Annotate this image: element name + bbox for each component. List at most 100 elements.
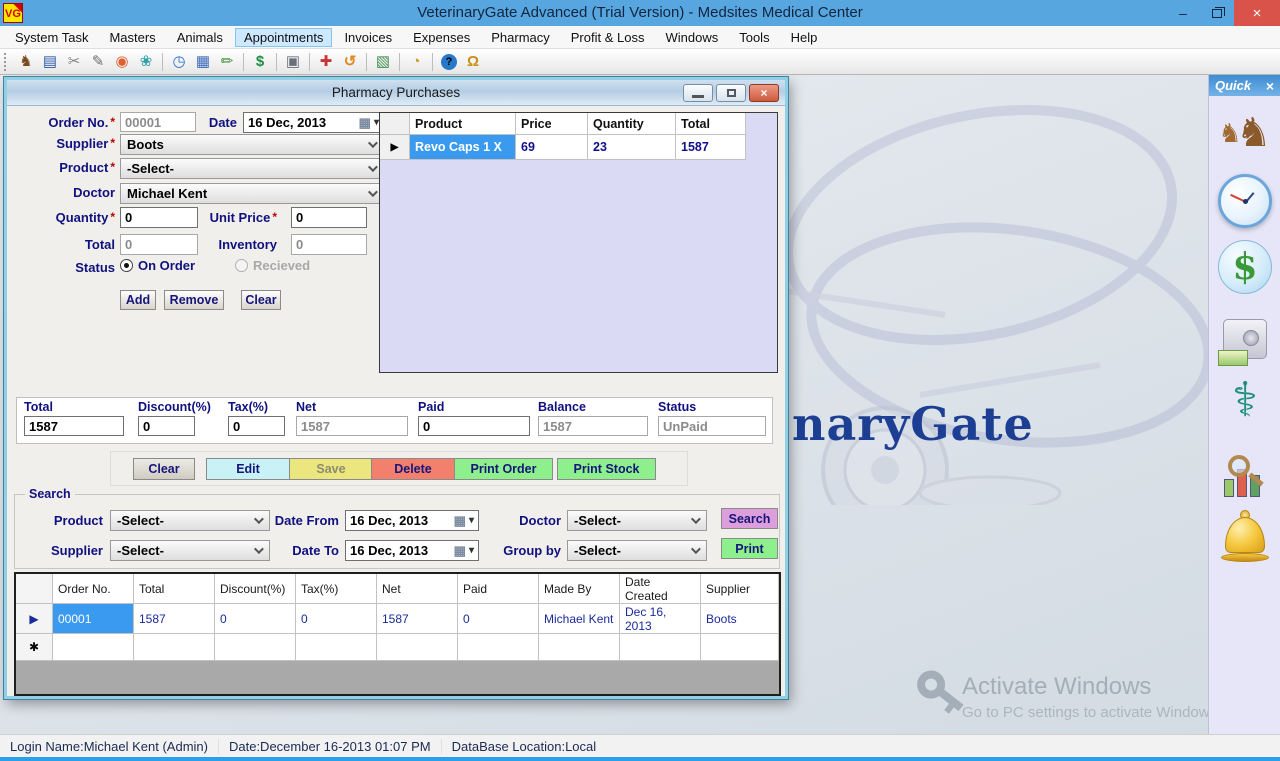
quick-reminder-bell-icon[interactable] <box>1217 507 1273 567</box>
dialog-titlebar[interactable]: Pharmacy Purchases × <box>7 80 785 106</box>
order-net-cell[interactable]: 1587 <box>377 604 458 634</box>
items-col-quantity[interactable]: Quantity <box>588 113 676 135</box>
item-quantity-cell[interactable]: 23 <box>588 135 676 160</box>
items-col-product[interactable]: Product <box>410 113 516 135</box>
summary-total-field[interactable] <box>24 416 124 436</box>
search-product-dropdown[interactable]: -Select- <box>110 510 270 531</box>
window-minimize-button[interactable]: – <box>1166 0 1200 26</box>
row-selector-icon[interactable]: ▶ <box>380 135 410 160</box>
menu-system-task[interactable]: System Task <box>6 28 97 47</box>
grooming-icon[interactable]: ❀ <box>135 52 157 72</box>
quick-payments-icon[interactable]: $ <box>1217 237 1273 297</box>
summary-status-field[interactable] <box>658 416 766 436</box>
item-price-cell[interactable]: 69 <box>516 135 588 160</box>
calendar-icon[interactable]: ▦ <box>192 52 214 72</box>
menu-masters[interactable]: Masters <box>100 28 164 47</box>
dollar-icon[interactable]: $ <box>249 52 271 72</box>
order-tax-cell[interactable]: 0 <box>296 604 377 634</box>
dialog-close-button[interactable]: × <box>749 84 779 102</box>
invoice-icon[interactable]: ✏ <box>216 52 238 72</box>
search-doctor-dropdown[interactable]: -Select- <box>567 510 707 531</box>
orders-col-paid[interactable]: Paid <box>458 574 539 604</box>
menu-windows[interactable]: Windows <box>656 28 727 47</box>
items-col-total[interactable]: Total <box>676 113 746 135</box>
total-field[interactable] <box>120 234 198 255</box>
order-supplier-cell[interactable]: Boots <box>701 604 779 634</box>
quick-pets-icon[interactable]: ♞♞ <box>1217 103 1273 163</box>
chart-icon[interactable]: ▧ <box>372 52 394 72</box>
window-restore-button[interactable] <box>1200 0 1234 26</box>
order-date-created-cell[interactable]: Dec 16, 2013 <box>620 604 701 634</box>
items-col-price[interactable]: Price <box>516 113 588 135</box>
dog-icon[interactable]: ♞ <box>15 52 37 72</box>
order-paid-cell[interactable]: 0 <box>458 604 539 634</box>
capsule-icon[interactable]: ◉ <box>111 52 133 72</box>
summary-tax-field[interactable] <box>228 416 285 436</box>
help-icon[interactable]: ? <box>441 54 457 70</box>
dialog-maximize-button[interactable] <box>716 84 746 102</box>
orders-col-supplier[interactable]: Supplier <box>701 574 779 604</box>
quick-panel-close-icon[interactable]: × <box>1266 78 1274 94</box>
menu-expenses[interactable]: Expenses <box>404 28 479 47</box>
order-no-field[interactable] <box>120 112 196 132</box>
search-button[interactable]: Search <box>721 508 778 529</box>
supplier-dropdown[interactable]: Boots <box>120 134 384 155</box>
delete-button[interactable]: Delete <box>371 458 455 480</box>
quantity-field[interactable] <box>120 207 198 228</box>
order-discount-cell[interactable]: 0 <box>215 604 296 634</box>
menu-tools[interactable]: Tools <box>730 28 778 47</box>
order-date-picker[interactable]: 16 Dec, 2013 ▦ ▾ <box>243 112 384 133</box>
save-button[interactable]: Save <box>289 458 373 480</box>
quick-pharmacy-icon[interactable]: ⚕ <box>1217 371 1273 431</box>
item-total-cell[interactable]: 1587 <box>676 135 746 160</box>
menu-profit-loss[interactable]: Profit & Loss <box>562 28 654 47</box>
search-supplier-dropdown[interactable]: -Select- <box>110 540 270 561</box>
date-from-picker[interactable]: 16 Dec, 2013 ▦ ▾ <box>345 510 479 531</box>
window-close-button[interactable]: × <box>1234 0 1280 26</box>
item-product-cell[interactable]: Revo Caps 1 X <box>410 135 516 160</box>
menu-pharmacy[interactable]: Pharmacy <box>482 28 559 47</box>
status-received-radio[interactable]: Recieved <box>235 258 310 273</box>
order-no-cell[interactable]: 00001 <box>53 604 134 634</box>
inventory-field[interactable] <box>291 234 367 255</box>
add-button[interactable]: Add <box>120 290 156 310</box>
medical-cross-icon[interactable]: ✚ <box>315 52 337 72</box>
orders-col-total[interactable]: Total <box>134 574 215 604</box>
remove-button[interactable]: Remove <box>164 290 224 310</box>
orders-col-date-created[interactable]: Date Created <box>620 574 701 604</box>
menu-invoices[interactable]: Invoices <box>335 28 401 47</box>
safe-icon[interactable]: ▣ <box>282 52 304 72</box>
edit-button[interactable]: Edit <box>206 458 290 480</box>
menu-appointments[interactable]: Appointments <box>235 28 333 47</box>
syringe-icon[interactable]: ✎ <box>87 52 109 72</box>
orders-col-order-no[interactable]: Order No. <box>53 574 134 604</box>
unit-price-field[interactable] <box>291 207 367 228</box>
order-made-by-cell[interactable]: Michael Kent <box>539 604 620 634</box>
print-stock-button[interactable]: Print Stock <box>557 458 656 480</box>
clock-icon[interactable]: ◷ <box>168 52 190 72</box>
orders-grid-new-row[interactable]: ✱ <box>16 634 779 661</box>
print-button[interactable]: Print <box>721 538 778 559</box>
menu-animals[interactable]: Animals <box>168 28 232 47</box>
group-by-dropdown[interactable]: -Select- <box>567 540 707 561</box>
orders-col-net[interactable]: Net <box>377 574 458 604</box>
menu-help[interactable]: Help <box>782 28 827 47</box>
quick-appointments-clock-icon[interactable] <box>1217 171 1273 231</box>
orders-col-tax[interactable]: Tax(%) <box>296 574 377 604</box>
orders-col-discount[interactable]: Discount(%) <box>215 574 296 604</box>
alarm-icon[interactable]: ◔ <box>405 52 427 72</box>
summary-balance-field[interactable] <box>538 416 648 436</box>
bell-icon[interactable]: Ω <box>462 52 484 72</box>
items-grid-row[interactable]: ▶ Revo Caps 1 X 69 23 1587 <box>380 135 777 160</box>
summary-net-field[interactable] <box>296 416 408 436</box>
doctor-dropdown[interactable]: Michael Kent <box>120 183 384 204</box>
order-total-cell[interactable]: 1587 <box>134 604 215 634</box>
orders-col-made-by[interactable]: Made By <box>539 574 620 604</box>
print-order-button[interactable]: Print Order <box>454 458 553 480</box>
date-to-picker[interactable]: 16 Dec, 2013 ▦ ▾ <box>345 540 479 561</box>
clear-items-button[interactable]: Clear <box>241 290 281 310</box>
quick-cash-safe-icon[interactable] <box>1217 309 1273 369</box>
quick-reports-icon[interactable] <box>1217 447 1273 507</box>
row-selector-icon[interactable]: ▶ <box>16 604 53 634</box>
orders-grid-row[interactable]: ▶ 00001 1587 0 0 1587 0 Michael Kent Dec… <box>16 604 779 634</box>
